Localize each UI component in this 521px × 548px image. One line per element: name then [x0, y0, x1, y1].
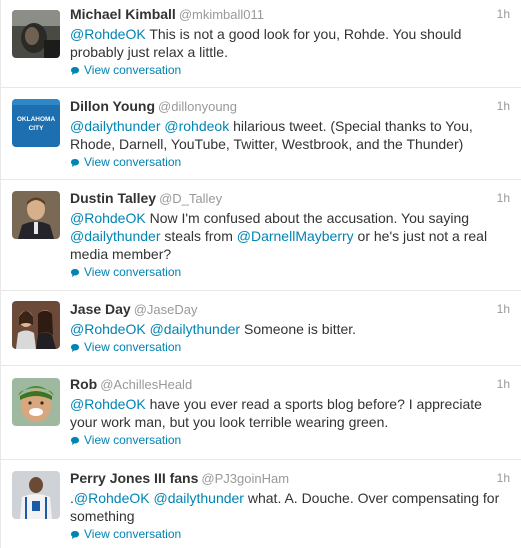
- view-conversation-label[interactable]: View conversation: [84, 433, 181, 448]
- view-conversation-link[interactable]: View conversation: [70, 63, 510, 78]
- speech-bubble-icon: [71, 66, 79, 75]
- tweet-time[interactable]: 1h: [497, 4, 510, 24]
- user-handle[interactable]: @JaseDay: [134, 302, 198, 317]
- mention-link[interactable]: @RohdeOK: [70, 321, 146, 337]
- avatar-image: OKLAHOMA CITY: [12, 99, 60, 147]
- tweet-header: Michael Kimball @mkimball011 1h: [70, 4, 510, 24]
- tweet-time[interactable]: 1h: [497, 468, 510, 488]
- tweet-text: @RohdeOK Now I'm confused about the accu…: [70, 209, 510, 263]
- user-handle[interactable]: @PJ3goinHam: [201, 471, 289, 486]
- speech-bubble-icon: [71, 530, 79, 539]
- user-handle[interactable]: @D_Talley: [159, 191, 222, 206]
- view-conversation-link[interactable]: View conversation: [70, 527, 510, 542]
- tweet-header: Dillon Young @dillonyoung 1h: [70, 96, 510, 116]
- tweet-text-fragment: Someone is bitter.: [240, 321, 357, 337]
- mention-link[interactable]: @RohdeOK: [70, 26, 146, 42]
- view-conversation-label[interactable]: View conversation: [84, 265, 181, 280]
- tweet-text: @RohdeOK This is not a good look for you…: [70, 25, 510, 61]
- tweet-time[interactable]: 1h: [497, 188, 510, 208]
- tweet-header: Jase Day @JaseDay 1h: [70, 299, 510, 319]
- user-name[interactable]: Dustin Talley: [70, 190, 156, 206]
- mention-link[interactable]: @RohdeOK: [70, 396, 146, 412]
- tweet-item[interactable]: Perry Jones III fans @PJ3goinHam 1h .@Roh…: [1, 460, 521, 548]
- avatar-image: [12, 191, 60, 239]
- speech-bubble-icon: [71, 343, 79, 352]
- user-name[interactable]: Michael Kimball: [70, 6, 176, 22]
- speech-bubble-icon: [71, 158, 79, 167]
- user-handle[interactable]: @AchillesHeald: [100, 377, 192, 392]
- avatar-image: [12, 378, 60, 426]
- mention-link[interactable]: @dailythunder: [70, 228, 161, 244]
- user-name[interactable]: Perry Jones III fans: [70, 470, 198, 486]
- speech-bubble-icon: [71, 268, 79, 277]
- tweet-timeline: Michael Kimball @mkimball011 1h @RohdeOK …: [0, 0, 521, 548]
- avatar[interactable]: [12, 191, 60, 239]
- tweet-text-fragment: steals from: [160, 228, 237, 244]
- user-handle[interactable]: @dillonyoung: [158, 99, 237, 114]
- tweet-time[interactable]: 1h: [497, 374, 510, 394]
- avatar-logo-text: OKLAHOMA: [17, 116, 56, 123]
- tweet-time[interactable]: 1h: [497, 96, 510, 116]
- view-conversation-label[interactable]: View conversation: [84, 527, 181, 542]
- tweet-text: @dailythunder @rohdeok hilarious tweet. …: [70, 117, 510, 153]
- tweet-item[interactable]: Rob @AchillesHeald 1h @RohdeOK have you e…: [1, 366, 521, 460]
- avatar[interactable]: [12, 10, 60, 58]
- view-conversation-label[interactable]: View conversation: [84, 340, 181, 355]
- user-handle[interactable]: @mkimball011: [179, 7, 264, 22]
- avatar[interactable]: [12, 471, 60, 519]
- mention-link[interactable]: @dailythunder: [150, 321, 241, 337]
- avatar[interactable]: OKLAHOMA CITY: [12, 99, 60, 147]
- tweet-text: @RohdeOK @dailythunder Someone is bitter…: [70, 320, 510, 338]
- avatar-image: [12, 10, 60, 58]
- view-conversation-link[interactable]: View conversation: [70, 340, 510, 355]
- view-conversation-link[interactable]: View conversation: [70, 155, 510, 170]
- view-conversation-link[interactable]: View conversation: [70, 265, 510, 280]
- user-name[interactable]: Rob: [70, 376, 97, 392]
- mention-link[interactable]: @RohdeOK: [70, 210, 146, 226]
- tweet-header: Perry Jones III fans @PJ3goinHam 1h: [70, 468, 510, 488]
- mention-link[interactable]: @dailythunder: [70, 118, 161, 134]
- tweet-item[interactable]: Michael Kimball @mkimball011 1h @RohdeOK …: [1, 0, 521, 88]
- tweet-time[interactable]: 1h: [497, 299, 510, 319]
- tweet-text: .@RohdeOK @dailythunder what. A. Douche.…: [70, 489, 510, 525]
- tweet-text-fragment: Now I'm confused about the accusation. Y…: [145, 210, 470, 226]
- speech-bubble-icon: [71, 436, 79, 445]
- view-conversation-link[interactable]: View conversation: [70, 433, 510, 448]
- tweet-item[interactable]: Dustin Talley @D_Talley 1h @RohdeOK Now I…: [1, 180, 521, 291]
- mention-link[interactable]: @DarnellMayberry: [237, 228, 354, 244]
- tweet-text: @RohdeOK have you ever read a sports blo…: [70, 395, 510, 431]
- tweet-header: Rob @AchillesHeald 1h: [70, 374, 510, 394]
- user-name[interactable]: Dillon Young: [70, 98, 155, 114]
- tweet-item[interactable]: Jase Day @JaseDay 1h @RohdeOK @dailythund…: [1, 291, 521, 366]
- mention-link[interactable]: @rohdeok: [164, 118, 229, 134]
- avatar-logo-text: CITY: [29, 125, 44, 132]
- avatar[interactable]: [12, 378, 60, 426]
- avatar-image: [12, 301, 60, 349]
- mention-link[interactable]: @RohdeOK: [74, 490, 150, 506]
- tweet-item[interactable]: OKLAHOMA CITY Dillon Young @dillonyoung 1…: [1, 88, 521, 180]
- view-conversation-label[interactable]: View conversation: [84, 155, 181, 170]
- avatar-image: [12, 471, 60, 519]
- mention-link[interactable]: @dailythunder: [153, 490, 244, 506]
- view-conversation-label[interactable]: View conversation: [84, 63, 181, 78]
- avatar[interactable]: [12, 301, 60, 349]
- tweet-header: Dustin Talley @D_Talley 1h: [70, 188, 510, 208]
- user-name[interactable]: Jase Day: [70, 301, 131, 317]
